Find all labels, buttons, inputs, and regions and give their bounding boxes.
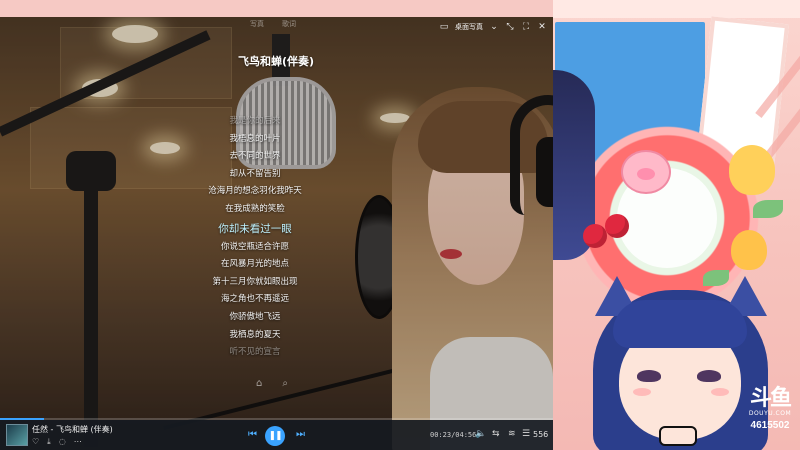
shrink-icon[interactable]: ⤡ (505, 21, 515, 33)
tulip-decoration (731, 230, 767, 270)
avatar-bow (659, 426, 697, 446)
now-playing-title[interactable]: 任然 - 飞鸟和蝉 (伴奏) (32, 424, 113, 435)
lyric-line[interactable]: 我是你的后来 (180, 113, 330, 131)
tab-photo[interactable]: 写真 (250, 19, 264, 29)
douyu-logo-sub: DOUYU.COM (748, 410, 792, 417)
lyrics-tools: ⌂ ⌕ (256, 378, 288, 389)
view-tabs: 写真 歌词 (250, 19, 296, 29)
lyric-line[interactable]: 在风暴月光的地点 (180, 256, 330, 274)
playback-time: 00:23/04:56 (430, 431, 477, 439)
playlist-icon[interactable]: ☰ (522, 429, 530, 439)
lyric-line[interactable]: 听不见的宣言 (180, 344, 330, 362)
douyu-logo: 斗鱼 DOUYU.COM 4615502 (743, 386, 797, 432)
cherry-decoration (605, 214, 629, 238)
lyric-line[interactable]: 在我成熟的笑脸 (180, 201, 330, 219)
leaf-decoration (753, 200, 783, 218)
more-icon[interactable]: ⋯ (74, 437, 82, 447)
lyric-line[interactable]: 我梧息的叶片 (180, 131, 330, 149)
loop-icon[interactable]: ⇆ (492, 429, 500, 439)
lyric-line[interactable]: 我栖息的夏天 (180, 327, 330, 345)
chevron-down-icon[interactable]: ⌄ (489, 21, 499, 33)
lyric-line[interactable]: 海之角也不再遥远 (180, 291, 330, 309)
lyrics-adjust-icon[interactable]: ⌂ (256, 378, 262, 389)
heart-icon[interactable]: ♡ (32, 437, 39, 447)
window-controls: ▭ 桌面写真 ⌄ ⤡ ⛶ ✕ (439, 21, 547, 33)
tulip-decoration (729, 145, 775, 195)
douyu-logo-mark: 斗鱼 (749, 386, 792, 411)
lyric-line[interactable]: 你说空瓶适合许愿 (180, 239, 330, 257)
lyric-line[interactable]: 去不同的世界 (180, 148, 330, 166)
next-icon[interactable]: ⏭ (296, 429, 305, 440)
comment-icon[interactable]: ◌ (59, 437, 66, 447)
lyric-line[interactable]: 沧海月的想念羽化我昨天 (180, 183, 330, 201)
desktop-lyrics-icon[interactable]: ▭ (439, 21, 449, 33)
tab-lyrics[interactable]: 歌词 (282, 19, 296, 29)
lyric-line[interactable]: 却从不留告别 (180, 166, 330, 184)
playlist-count[interactable]: 556 (533, 430, 548, 439)
close-icon[interactable]: ✕ (537, 21, 547, 33)
playback-bar: 任然 - 飞鸟和蝉 (伴奏) ♡ ⤓ ◌ ⋯ ⏮ ❚❚ ⏭ 00:23/04:5… (0, 420, 553, 450)
pig-sticker (621, 150, 671, 194)
room-id: 4615502 (750, 420, 790, 431)
album-cover[interactable] (6, 424, 28, 446)
avatar-eye-left (637, 370, 661, 382)
avatar-bangs (613, 300, 747, 348)
lyrics-panel: 我是你的后来 我梧息的叶片 去不同的世界 却从不留告别 沧海月的想念羽化我昨天 在我成熟的… (180, 113, 330, 362)
desktop-lyrics-button[interactable]: 桌面写真 (455, 22, 483, 32)
stream-overlay: 斗鱼 DOUYU.COM 4615502 (553, 0, 800, 450)
track-actions: ♡ ⤓ ◌ ⋯ (32, 437, 82, 447)
cherry-decoration (583, 224, 607, 248)
effects-icon[interactable]: ≋ (508, 429, 516, 439)
download-icon[interactable]: ⤓ (47, 437, 51, 447)
previous-icon[interactable]: ⏮ (248, 429, 257, 440)
fullscreen-icon[interactable]: ⛶ (521, 21, 531, 33)
music-player-window: 写真 歌词 ▭ 桌面写真 ⌄ ⤡ ⛶ ✕ 飞鸟和蝉(伴奏) 我是你的后来 我梧息的… (0, 17, 553, 450)
lyric-line-current[interactable]: 你却未看过一眼 (180, 219, 330, 239)
volume-icon[interactable]: 🔈 (475, 429, 486, 439)
lyrics-song-title: 飞鸟和蝉(伴奏) (237, 55, 315, 68)
lyrics-search-icon[interactable]: ⌕ (282, 378, 288, 389)
avatar-eye-right (697, 370, 721, 382)
lyric-line[interactable]: 你骄傲地飞远 (180, 309, 330, 327)
pause-button[interactable]: ❚❚ (265, 426, 285, 446)
overlay-top-strip (553, 0, 800, 18)
lyric-line[interactable]: 第十三月你就如眼出现 (180, 274, 330, 292)
